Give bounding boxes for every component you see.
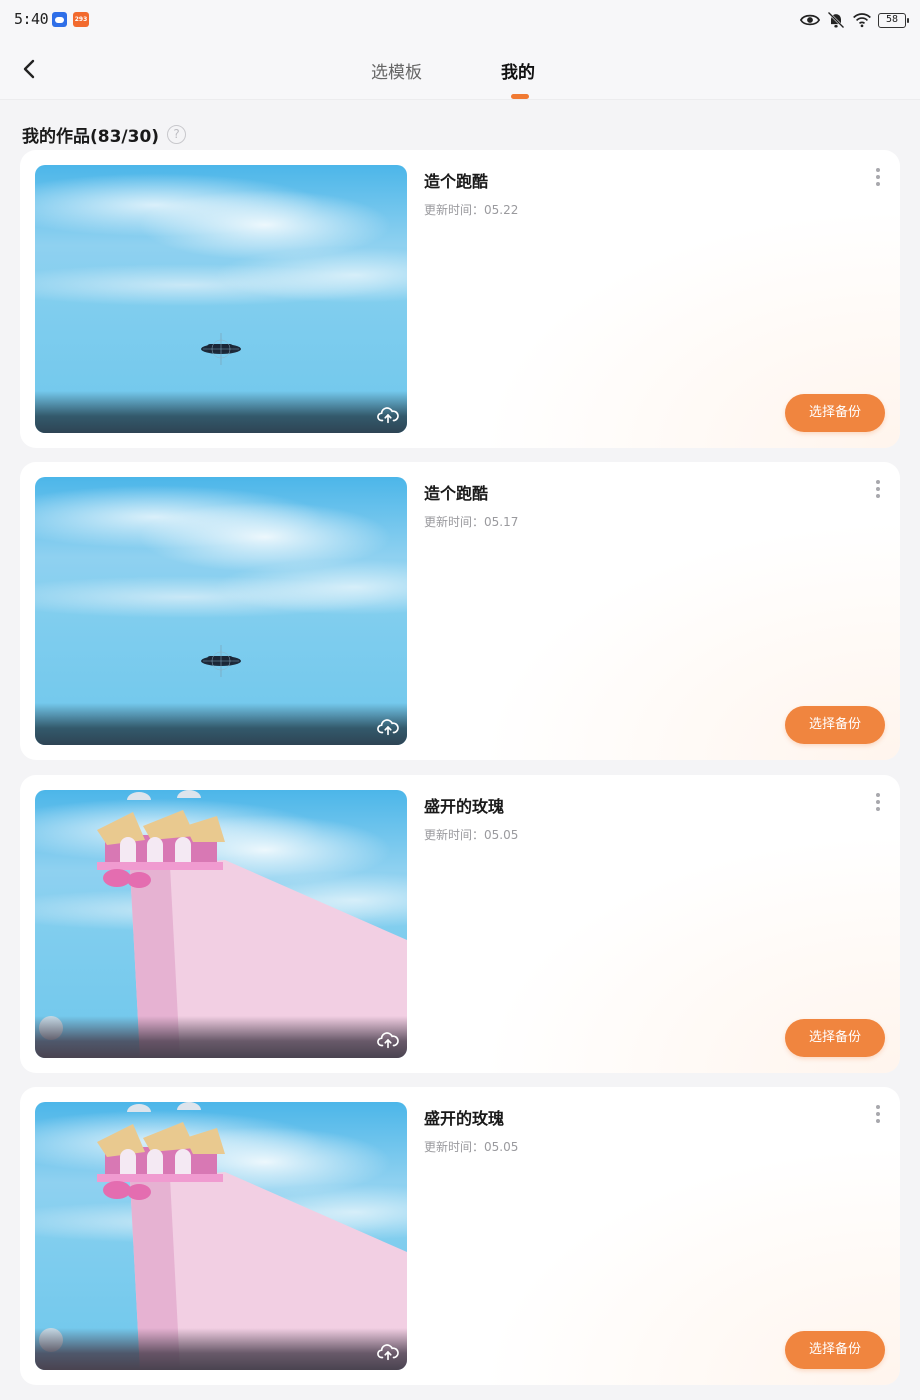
chevron-left-icon[interactable] [14,54,44,84]
work-thumbnail[interactable] [35,1102,407,1370]
cloud-upload-icon[interactable] [377,717,399,737]
wifi-icon [853,13,871,28]
work-card[interactable]: 造个跑酷 更新时间：05.22 选择备份 [20,150,900,448]
thumbnail-shade [35,391,407,433]
more-vertical-icon[interactable] [872,480,884,502]
work-card[interactable]: 盛开的玫瑰 更新时间：05.05 选择备份 [20,1087,900,1385]
eye-icon [800,14,820,26]
select-backup-button[interactable]: 选择备份 [785,394,885,432]
flying-object [201,645,241,677]
select-backup-button[interactable]: 选择备份 [785,1019,885,1057]
work-update-time: 更新时间：05.05 [424,828,519,842]
active-tab-indicator [511,94,529,99]
select-backup-button[interactable]: 选择备份 [785,706,885,744]
work-thumbnail[interactable] [35,165,407,433]
more-vertical-icon[interactable] [872,168,884,190]
page-title: 我的作品(83/30) [22,126,160,147]
status-icons: 58 [800,9,909,31]
cloud-upload-icon[interactable] [377,405,399,425]
work-update-time: 更新时间：05.22 [424,203,519,217]
app-badge-icon: 293 [73,12,89,27]
work-update-time: 更新时间：05.05 [424,1140,519,1154]
mute-bell-icon [827,11,845,29]
cloud-upload-icon[interactable] [377,1030,399,1050]
work-update-time: 更新时间：05.17 [424,515,519,529]
work-card[interactable]: 造个跑酷 更新时间：05.17 选择备份 [20,462,900,760]
work-title: 盛开的玫瑰 [424,797,505,816]
work-card[interactable]: 盛开的玫瑰 更新时间：05.05 选择备份 [20,775,900,1073]
cloud-upload-icon[interactable] [377,1342,399,1362]
thumbnail-shade [35,703,407,745]
status-time: 5:40 [14,10,49,28]
flying-object [201,333,241,365]
top-nav: 选模板 我的 [0,42,920,100]
tab-mine[interactable]: 我的 [501,58,535,83]
status-bar: 5:40 293 58 [0,0,920,42]
work-title: 造个跑酷 [424,484,489,503]
tab-select-template[interactable]: 选模板 [371,58,422,83]
app-notification-icon [52,12,67,27]
section-header: 我的作品(83/30) ? [22,122,187,147]
work-thumbnail[interactable] [35,790,407,1058]
question-circle-icon[interactable]: ? [167,124,187,144]
work-title: 盛开的玫瑰 [424,1109,505,1128]
work-title: 造个跑酷 [424,172,489,191]
more-vertical-icon[interactable] [872,1105,884,1127]
thumbnail-shade [35,1328,407,1370]
battery-icon: 58 [878,12,909,28]
select-backup-button[interactable]: 选择备份 [785,1331,885,1369]
more-vertical-icon[interactable] [872,793,884,815]
thumbnail-shade [35,1016,407,1058]
work-thumbnail[interactable] [35,477,407,745]
